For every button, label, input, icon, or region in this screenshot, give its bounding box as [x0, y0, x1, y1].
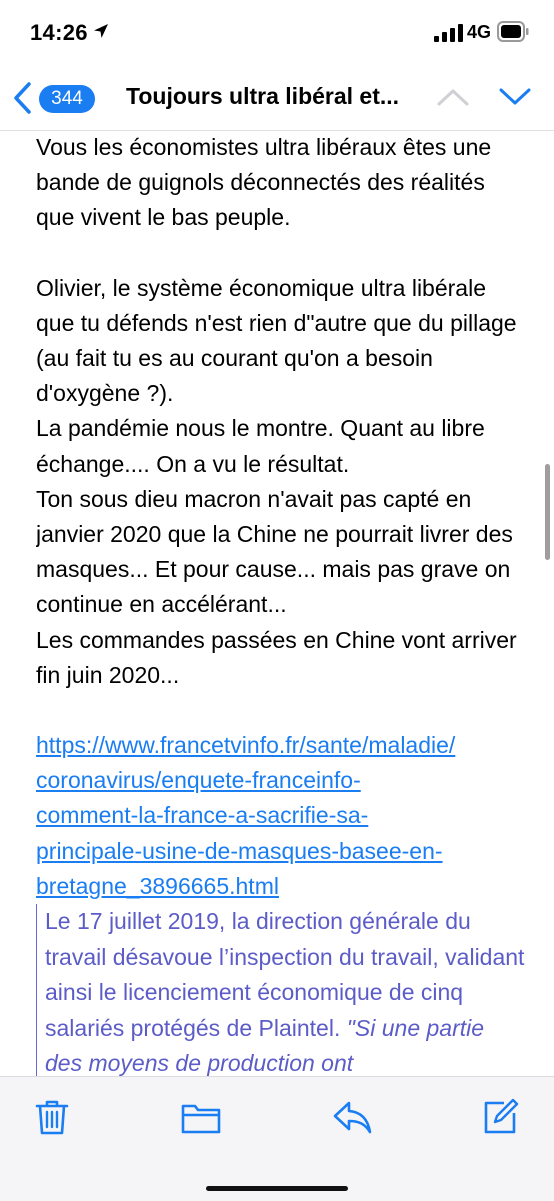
body-paragraph: Ton sous dieu macron n'avait pas capté e…	[36, 485, 513, 618]
folder-icon[interactable]	[180, 1097, 222, 1137]
body-paragraph: Vous les économistes ultra libéraux êtes…	[36, 134, 492, 231]
reply-icon[interactable]	[331, 1097, 373, 1137]
body-paragraph: Olivier, le système économique ultra lib…	[36, 274, 517, 407]
message-subject-title: Toujours ultra libéral et...	[126, 83, 400, 109]
compose-icon[interactable]	[480, 1097, 520, 1137]
unread-count-badge[interactable]: 344	[39, 85, 95, 113]
next-message-chevron-icon[interactable]	[498, 86, 532, 108]
link-line: principale-usine-de-masques-basee-en-	[36, 837, 443, 864]
body-paragraph: Les commandes passées en Chine vont arri…	[36, 626, 517, 688]
article-link[interactable]: https://www.francetvinfo.fr/sante/maladi…	[36, 728, 526, 904]
body-paragraph: La pandémie nous le montre. Quant au lib…	[36, 415, 485, 477]
battery-icon	[497, 21, 529, 42]
link-line: comment-la-france-a-sacrifie-sa-	[36, 802, 369, 829]
link-line: bretagne_3896665.html	[36, 872, 279, 899]
previous-message-chevron-icon[interactable]	[436, 86, 470, 108]
message-body: Vous les économistes ultra libéraux êtes…	[36, 130, 526, 1076]
link-line: coronavirus/enquete-franceinfo-	[36, 767, 361, 794]
trash-icon[interactable]	[32, 1097, 72, 1137]
back-chevron-icon[interactable]	[10, 80, 34, 116]
quoted-text-block: Le 17 juillet 2019, la direction général…	[36, 904, 526, 1076]
link-line: https://www.francetvinfo.fr/sante/maladi…	[36, 732, 456, 759]
network-type: 4G	[467, 22, 492, 42]
status-bar: 14:26 4G	[0, 0, 554, 66]
scroll-indicator[interactable]	[545, 464, 550, 560]
home-indicator[interactable]	[206, 1186, 348, 1191]
status-time: 14:26	[30, 20, 88, 45]
location-arrow-icon	[94, 24, 108, 38]
bottom-toolbar	[0, 1076, 554, 1201]
cellular-signal-icon	[434, 24, 463, 42]
navigation-bar: 344 Toujours ultra libéral et...	[0, 66, 554, 131]
